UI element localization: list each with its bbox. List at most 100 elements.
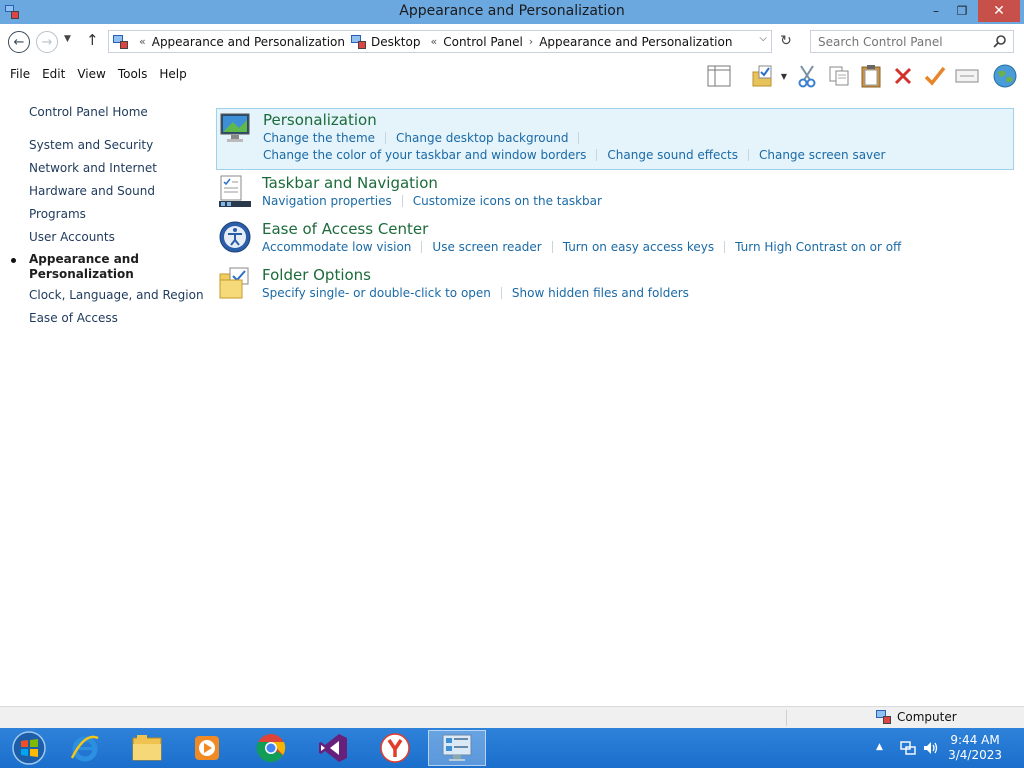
folder-check-button[interactable] bbox=[748, 63, 778, 89]
breadcrumb-item[interactable]: Appearance and Personalization bbox=[152, 35, 345, 49]
link-customize-taskbar-icons[interactable]: Customize icons on the taskbar bbox=[413, 194, 602, 208]
personalization-icon bbox=[220, 113, 250, 142]
taskbar-visual-studio[interactable] bbox=[304, 730, 362, 766]
menu-file[interactable]: File bbox=[4, 67, 36, 81]
link-high-contrast[interactable]: Turn High Contrast on or off bbox=[735, 240, 901, 254]
up-button[interactable]: ↑ bbox=[86, 31, 99, 49]
network-icon[interactable] bbox=[900, 740, 916, 756]
checkmark-icon bbox=[924, 66, 946, 86]
link-navigation-properties[interactable]: Navigation properties bbox=[262, 194, 392, 208]
category-taskbar-navigation[interactable]: Taskbar and Navigation Navigation proper… bbox=[216, 172, 1014, 216]
minimize-button[interactable]: – bbox=[922, 0, 950, 22]
layout-pane-button[interactable] bbox=[704, 63, 734, 89]
link-change-taskbar-color[interactable]: Change the color of your taskbar and win… bbox=[263, 148, 586, 162]
yandex-browser-icon bbox=[380, 733, 410, 763]
layout-pane-icon bbox=[707, 65, 731, 87]
category-title[interactable]: Taskbar and Navigation bbox=[262, 174, 438, 192]
cut-button[interactable] bbox=[792, 63, 822, 89]
close-button[interactable]: ✕ bbox=[978, 0, 1020, 22]
sidebar-item-programs[interactable]: Programs bbox=[29, 207, 86, 221]
delete-button[interactable] bbox=[888, 63, 918, 89]
taskbar-media-player[interactable] bbox=[178, 730, 236, 766]
breadcrumb-separator: « bbox=[139, 35, 146, 48]
breadcrumb-separator[interactable]: › bbox=[529, 35, 533, 48]
link-easy-access-keys[interactable]: Turn on easy access keys bbox=[563, 240, 714, 254]
sidebar-item-user-accounts[interactable]: User Accounts bbox=[29, 230, 115, 244]
category-personalization[interactable]: Personalization Change the theme Change d… bbox=[216, 108, 1014, 170]
chevron-down-icon[interactable]: ⌵ bbox=[759, 33, 767, 44]
arrow-up-icon: ↑ bbox=[86, 31, 99, 49]
taskbar-clock[interactable]: 9:44 AM 3/4/2023 bbox=[948, 733, 1002, 763]
clock-date: 3/4/2023 bbox=[948, 748, 1002, 762]
sidebar-item-system-security[interactable]: System and Security bbox=[29, 138, 153, 152]
volume-icon[interactable] bbox=[922, 740, 940, 756]
forward-button[interactable]: → bbox=[36, 31, 58, 53]
dropdown-arrow-icon: ▼ bbox=[780, 71, 788, 81]
refresh-button[interactable]: ↻ bbox=[776, 31, 796, 51]
paste-icon bbox=[861, 65, 881, 88]
menu-bar: File Edit View Tools Help bbox=[4, 67, 193, 81]
breadcrumb-item[interactable]: Control Panel bbox=[443, 35, 523, 49]
link-change-screen-saver[interactable]: Change screen saver bbox=[759, 148, 886, 162]
sidebar-item-appearance-personalization[interactable]: Appearance and Personalization bbox=[29, 252, 139, 282]
category-ease-of-access-center[interactable]: Ease of Access Center Accommodate low vi… bbox=[216, 218, 1014, 262]
recent-locations-dropdown[interactable]: ▼ bbox=[64, 34, 78, 44]
paste-button[interactable] bbox=[856, 63, 886, 89]
category-links: Accommodate low vision Use screen reader T… bbox=[262, 240, 901, 254]
menu-help[interactable]: Help bbox=[153, 67, 192, 81]
properties-button[interactable] bbox=[952, 63, 982, 89]
maximize-button[interactable]: ❐ bbox=[950, 0, 974, 22]
sidebar-item-ease-of-access[interactable]: Ease of Access bbox=[29, 311, 118, 325]
back-button[interactable]: ← bbox=[8, 31, 30, 53]
globe-button[interactable] bbox=[990, 63, 1020, 89]
view-dropdown[interactable]: ▼ bbox=[778, 63, 790, 89]
show-hidden-icons-button[interactable]: ▲ bbox=[876, 742, 883, 752]
title-bar: Appearance and Personalization – ❐ ✕ bbox=[0, 0, 1024, 24]
breadcrumb-item[interactable]: Desktop bbox=[371, 35, 421, 49]
breadcrumb-separator: « bbox=[430, 35, 438, 48]
link-change-theme[interactable]: Change the theme bbox=[263, 131, 375, 145]
category-folder-options[interactable]: Folder Options Specify single- or double… bbox=[216, 264, 1014, 308]
link-change-desktop-background[interactable]: Change desktop background bbox=[396, 131, 568, 145]
search-box[interactable] bbox=[810, 30, 1014, 53]
category-title[interactable]: Folder Options bbox=[262, 266, 371, 284]
status-location: Computer bbox=[876, 710, 957, 724]
link-change-sound-effects[interactable]: Change sound effects bbox=[607, 148, 738, 162]
taskbar-chrome[interactable] bbox=[242, 730, 300, 766]
visual-studio-icon bbox=[319, 734, 347, 762]
apply-button[interactable] bbox=[920, 63, 950, 89]
menu-tools[interactable]: Tools bbox=[112, 67, 154, 81]
search-input[interactable] bbox=[811, 31, 981, 52]
address-bar[interactable]: « Appearance and Personalization Desktop… bbox=[108, 30, 772, 53]
sidebar-item-clock-language-region[interactable]: Clock, Language, and Region bbox=[29, 288, 204, 302]
cut-icon bbox=[798, 65, 816, 88]
link-show-hidden-files[interactable]: Show hidden files and folders bbox=[512, 286, 689, 300]
taskbar-control-panel[interactable] bbox=[428, 730, 486, 766]
start-button[interactable] bbox=[0, 730, 58, 766]
category-title[interactable]: Ease of Access Center bbox=[262, 220, 428, 238]
menu-view[interactable]: View bbox=[71, 67, 111, 81]
taskbar-file-explorer[interactable] bbox=[118, 730, 176, 766]
link-divider bbox=[401, 195, 403, 207]
ease-of-access-icon bbox=[219, 221, 251, 253]
sidebar-item-hardware-sound[interactable]: Hardware and Sound bbox=[29, 184, 155, 198]
sidebar-item-network-internet[interactable]: Network and Internet bbox=[29, 161, 157, 175]
media-player-icon bbox=[195, 736, 219, 760]
link-divider bbox=[551, 241, 553, 253]
sidebar-item-control-panel-home[interactable]: Control Panel Home bbox=[29, 105, 148, 119]
internet-explorer-icon bbox=[70, 735, 99, 762]
copy-button[interactable] bbox=[824, 63, 854, 89]
link-accommodate-low-vision[interactable]: Accommodate low vision bbox=[262, 240, 411, 254]
link-use-screen-reader[interactable]: Use screen reader bbox=[432, 240, 541, 254]
status-location-label: Computer bbox=[897, 710, 957, 724]
taskbar: ▲ 9:44 AM 3/4/2023 bbox=[0, 728, 1024, 768]
delete-icon bbox=[894, 67, 912, 85]
search-icon bbox=[993, 35, 1006, 48]
link-single-double-click[interactable]: Specify single- or double-click to open bbox=[262, 286, 491, 300]
menu-edit[interactable]: Edit bbox=[36, 67, 71, 81]
breadcrumb-item[interactable]: Appearance and Personalization bbox=[539, 35, 732, 49]
taskbar-yandex-browser[interactable] bbox=[366, 730, 424, 766]
taskbar-icon bbox=[219, 175, 251, 207]
category-title[interactable]: Personalization bbox=[263, 111, 377, 129]
taskbar-internet-explorer[interactable] bbox=[56, 730, 114, 766]
